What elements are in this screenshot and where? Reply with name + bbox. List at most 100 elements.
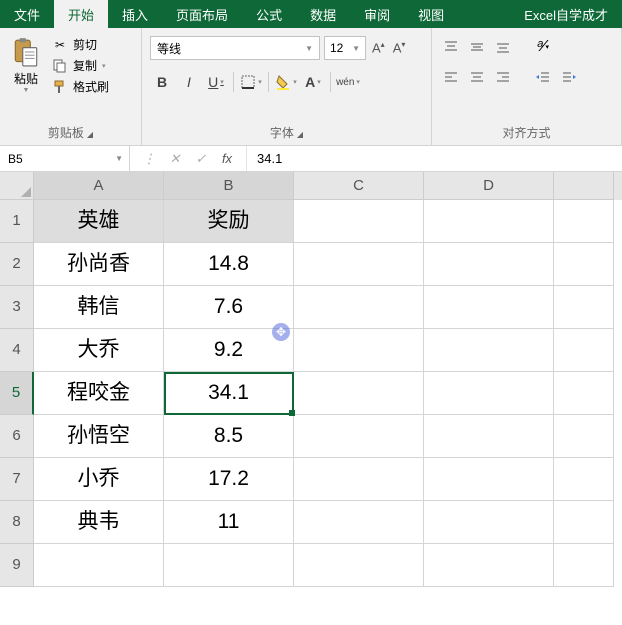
cell-1[interactable] (554, 200, 614, 243)
shrink-font-button[interactable]: A▾ (391, 40, 408, 55)
row-header-3[interactable]: 3 (0, 286, 34, 329)
cell-A3[interactable]: 韩信 (34, 286, 164, 329)
italic-button[interactable]: I (177, 70, 201, 94)
cell-D8[interactable] (424, 501, 554, 544)
fb-accept-button[interactable]: ✓ (188, 151, 214, 167)
cell-9[interactable] (554, 544, 614, 587)
font-size-select[interactable]: 12▼ (324, 36, 366, 60)
cell-A6[interactable]: 孙悟空 (34, 415, 164, 458)
cell-B6[interactable]: 8.5 (164, 415, 294, 458)
name-box-input[interactable] (0, 152, 115, 166)
tab-help[interactable]: Excel自学成才 (510, 0, 622, 28)
cell-4[interactable] (554, 329, 614, 372)
tab-home[interactable]: 开始 (54, 0, 108, 28)
cell-C9[interactable] (294, 544, 424, 587)
paste-button[interactable]: 粘贴 ▼ (6, 32, 46, 95)
tab-insert[interactable]: 插入 (108, 0, 162, 28)
align-middle-button[interactable] (466, 36, 488, 58)
cell-D4[interactable] (424, 329, 554, 372)
tab-review[interactable]: 审阅 (350, 0, 404, 28)
font-name-select[interactable]: 等线▼ (150, 36, 320, 60)
cells-area[interactable]: 英雄奖励孙尚香14.8韩信7.6大乔9.2程咬金34.1孙悟空8.5小乔17.2… (34, 200, 614, 587)
align-right-button[interactable] (492, 66, 514, 88)
row-header-1[interactable]: 1 (0, 200, 34, 243)
cell-B8[interactable]: 11 (164, 501, 294, 544)
name-box[interactable]: ▼ (0, 146, 130, 171)
cell-B3[interactable]: 7.6 (164, 286, 294, 329)
row-header-9[interactable]: 9 (0, 544, 34, 587)
underline-button[interactable]: U▾ (204, 70, 228, 94)
cell-C6[interactable] (294, 415, 424, 458)
align-left-button[interactable] (440, 66, 462, 88)
cell-D5[interactable] (424, 372, 554, 415)
row-header-8[interactable]: 8 (0, 501, 34, 544)
cell-A8[interactable]: 典韦 (34, 501, 164, 544)
fb-dots-icon[interactable]: ⋮ (136, 151, 162, 167)
cell-A2[interactable]: 孙尚香 (34, 243, 164, 286)
cell-C7[interactable] (294, 458, 424, 501)
cell-5[interactable] (554, 372, 614, 415)
cell-C3[interactable] (294, 286, 424, 329)
align-center-button[interactable] (466, 66, 488, 88)
fill-color-button[interactable]: ▾ (274, 70, 298, 94)
grow-font-button[interactable]: A▴ (370, 40, 387, 55)
row-header-4[interactable]: 4 (0, 329, 34, 372)
cell-D7[interactable] (424, 458, 554, 501)
cell-C4[interactable] (294, 329, 424, 372)
cell-B7[interactable]: 17.2 (164, 458, 294, 501)
format-painter-button[interactable]: 格式刷 (52, 78, 109, 95)
align-top-button[interactable] (440, 36, 462, 58)
font-color-button[interactable]: A▾ (301, 70, 325, 94)
cell-D6[interactable] (424, 415, 554, 458)
cell-B9[interactable] (164, 544, 294, 587)
cell-A1[interactable]: 英雄 (34, 200, 164, 243)
tab-data[interactable]: 数据 (296, 0, 350, 28)
row-header-2[interactable]: 2 (0, 243, 34, 286)
cell-C1[interactable] (294, 200, 424, 243)
tab-formulas[interactable]: 公式 (242, 0, 296, 28)
cell-C8[interactable] (294, 501, 424, 544)
col-header-a[interactable]: A (34, 172, 164, 200)
col-header-b[interactable]: B (164, 172, 294, 200)
cell-A7[interactable]: 小乔 (34, 458, 164, 501)
col-header-e[interactable] (554, 172, 614, 200)
fx-button[interactable]: fx (214, 151, 240, 166)
col-header-c[interactable]: C (294, 172, 424, 200)
cell-D2[interactable] (424, 243, 554, 286)
row-header-5[interactable]: 5 (0, 372, 34, 415)
indent-increase-button[interactable] (558, 66, 580, 88)
cell-D1[interactable] (424, 200, 554, 243)
cell-A4[interactable]: 大乔 (34, 329, 164, 372)
indent-decrease-button[interactable] (532, 66, 554, 88)
bold-button[interactable]: B (150, 70, 174, 94)
copy-button[interactable]: 复制 ▾ (52, 57, 109, 74)
cell-A5[interactable]: 程咬金 (34, 372, 164, 415)
tab-layout[interactable]: 页面布局 (162, 0, 242, 28)
col-header-d[interactable]: D (424, 172, 554, 200)
select-all-corner[interactable] (0, 172, 34, 200)
cell-D3[interactable] (424, 286, 554, 329)
tab-file[interactable]: 文件 (0, 0, 54, 28)
cell-A9[interactable] (34, 544, 164, 587)
border-button[interactable]: ▾ (239, 70, 263, 94)
cell-B1[interactable]: 奖励 (164, 200, 294, 243)
cell-2[interactable] (554, 243, 614, 286)
cell-8[interactable] (554, 501, 614, 544)
cell-B2[interactable]: 14.8 (164, 243, 294, 286)
phonetic-button[interactable]: wén▾ (336, 70, 360, 94)
tab-view[interactable]: 视图 (404, 0, 458, 28)
cell-6[interactable] (554, 415, 614, 458)
formula-input[interactable]: 34.1 (246, 146, 622, 171)
align-bottom-button[interactable] (492, 36, 514, 58)
cut-button[interactable]: ✂ 剪切 (52, 36, 109, 53)
fb-cancel-button[interactable]: ✕ (162, 151, 188, 167)
cell-C5[interactable] (294, 372, 424, 415)
cell-7[interactable] (554, 458, 614, 501)
orientation-button[interactable]: ᵃ⁄▾ (532, 36, 554, 58)
cell-C2[interactable] (294, 243, 424, 286)
cell-D9[interactable] (424, 544, 554, 587)
cell-B5[interactable]: 34.1 (164, 372, 294, 415)
row-header-7[interactable]: 7 (0, 458, 34, 501)
cell-3[interactable] (554, 286, 614, 329)
row-header-6[interactable]: 6 (0, 415, 34, 458)
